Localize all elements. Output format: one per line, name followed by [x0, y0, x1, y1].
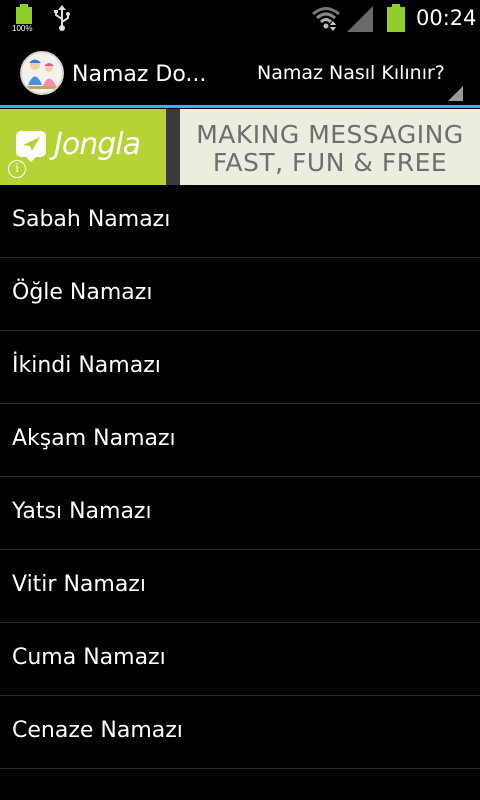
category-spinner[interactable]: Namaz Nasıl Kılınır?	[245, 38, 470, 105]
ad-banner[interactable]: Jongla i MAKING MESSAGING FAST, FUN & FR…	[0, 109, 480, 185]
signal-icon	[347, 6, 373, 32]
ad-tagline: FAST, FUN & FREE	[212, 148, 448, 177]
list-item[interactable]: Sabah Namazı	[0, 185, 480, 258]
clock: 00:24	[416, 6, 477, 30]
list-item-label: İkindi Namazı	[12, 353, 161, 378]
list-item[interactable]: Cenaze Namazı	[0, 696, 480, 769]
battery-icon: 100%	[12, 4, 34, 34]
list-item[interactable]: Yatsı Namazı	[0, 477, 480, 550]
chat-bubble-icon	[16, 131, 46, 162]
list-item[interactable]: Vitir Namazı	[0, 550, 480, 623]
dropdown-triangle-icon	[448, 86, 463, 101]
ad-brand-logo: Jongla	[54, 127, 141, 162]
wifi-icon	[312, 7, 340, 31]
list-item[interactable]: Cuma Namazı	[0, 623, 480, 696]
list-item-label: Cenaze Namazı	[12, 718, 183, 743]
prayer-list: Sabah Namazı Öğle Namazı İkindi Namazı A…	[0, 185, 480, 769]
list-item[interactable]: Öğle Namazı	[0, 258, 480, 331]
status-bar: 100% 00:24	[0, 0, 480, 38]
battery-icon	[387, 4, 405, 32]
app-title: Namaz Do...	[72, 62, 207, 87]
list-item[interactable]: Akşam Namazı	[0, 404, 480, 477]
list-item-label: Sabah Namazı	[12, 207, 171, 232]
list-item-label: Vitir Namazı	[12, 572, 146, 597]
ad-divider	[166, 109, 180, 185]
list-item-label: Akşam Namazı	[12, 426, 176, 451]
praying-figures-icon	[22, 53, 62, 93]
app-icon[interactable]	[20, 51, 64, 95]
ad-headline: MAKING MESSAGING	[196, 120, 464, 149]
list-item-label: Cuma Namazı	[12, 645, 166, 670]
action-bar: Namaz Do... Namaz Nasıl Kılınır?	[0, 38, 480, 108]
usb-icon	[54, 5, 70, 31]
ad-logo-panel: Jongla i	[0, 109, 166, 185]
spinner-selected-label: Namaz Nasıl Kılınır?	[257, 62, 445, 84]
battery-percent: 100%	[12, 24, 33, 33]
list-item-label: Yatsı Namazı	[12, 499, 152, 524]
list-item[interactable]: İkindi Namazı	[0, 331, 480, 404]
info-icon[interactable]: i	[8, 160, 26, 178]
list-item-label: Öğle Namazı	[12, 280, 153, 305]
ad-text-panel: MAKING MESSAGING FAST, FUN & FREE	[180, 109, 480, 185]
